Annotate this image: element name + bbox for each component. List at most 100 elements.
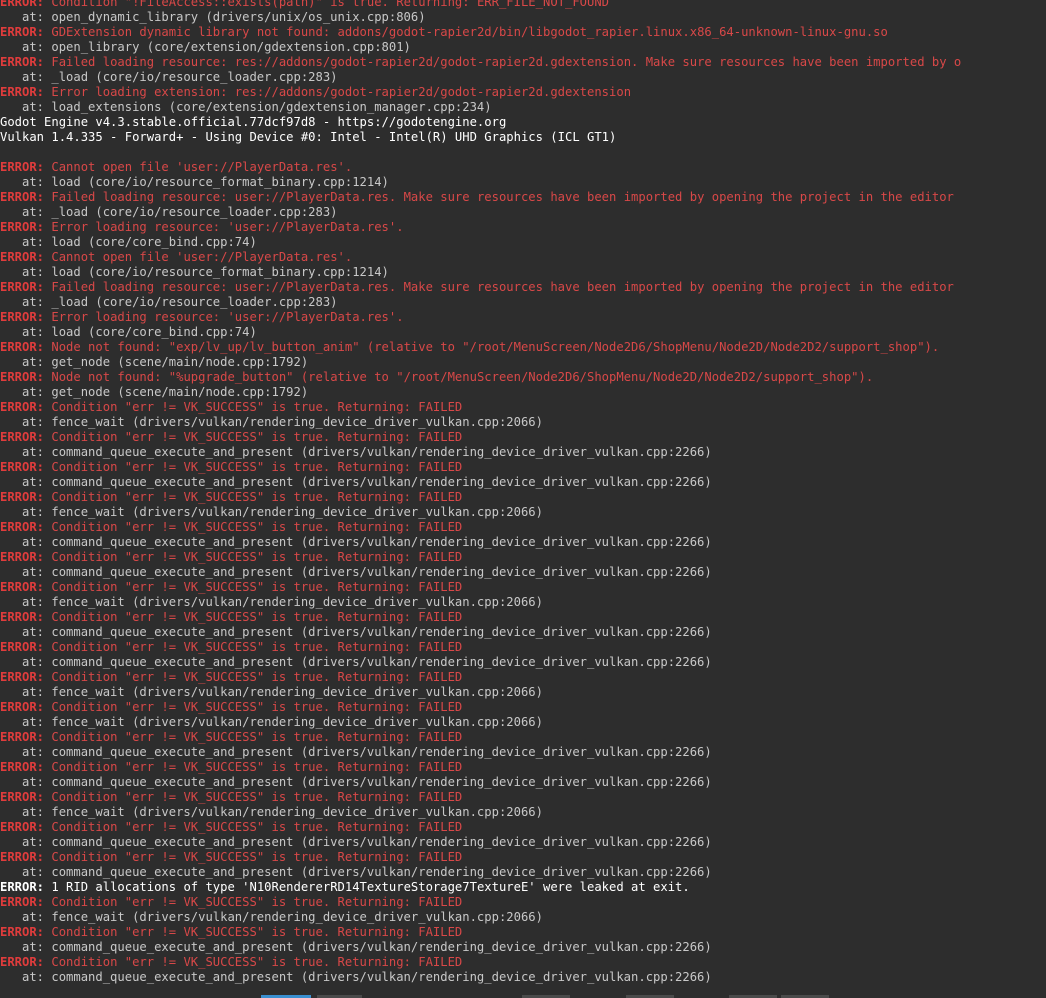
stack-location-line: at: command_queue_execute_and_present (d… [0, 565, 712, 579]
error-message: Condition "err != VK_SUCCESS" is true. R… [44, 730, 463, 744]
stack-location-line: at: load (core/io/resource_format_binary… [0, 265, 389, 279]
stack-location-line: at: get_node (scene/main/node.cpp:1792) [0, 385, 309, 399]
stack-location-line: at: get_node (scene/main/node.cpp:1792) [0, 355, 309, 369]
stack-location-line: at: fence_wait (drivers/vulkan/rendering… [0, 805, 543, 819]
stack-location-line: at: command_queue_execute_and_present (d… [0, 835, 712, 849]
stack-location-line: at: open_dynamic_library (drivers/unix/o… [0, 10, 426, 24]
error-line: ERROR: Condition "err != VK_SUCCESS" is … [0, 580, 1046, 595]
stack-location-line: at: command_queue_execute_and_present (d… [0, 625, 712, 639]
info-line: Godot Engine v4.3.stable.official.77dcf9… [0, 115, 507, 129]
stack-location-line: at: command_queue_execute_and_present (d… [0, 970, 712, 984]
error-line: ERROR: Condition "err != VK_SUCCESS" is … [0, 955, 1046, 970]
error-message: Condition "err != VK_SUCCESS" is true. R… [44, 460, 463, 474]
error-prefix: ERROR: [0, 640, 45, 654]
taskbar-strip [0, 994, 1046, 998]
error-prefix: ERROR: [0, 430, 45, 444]
error-line: ERROR: Condition "err != VK_SUCCESS" is … [0, 790, 1046, 805]
error-message: Condition "err != VK_SUCCESS" is true. R… [44, 400, 463, 414]
error-line: ERROR: Condition "err != VK_SUCCESS" is … [0, 820, 1046, 835]
stack-location-line: at: open_library (core/extension/gdexten… [0, 40, 411, 54]
error-message: Error loading resource: 'user://PlayerDa… [44, 310, 404, 324]
stack-location-line: at: fence_wait (drivers/vulkan/rendering… [0, 595, 543, 609]
error-prefix: ERROR: [0, 280, 45, 294]
stack-location-line: at: _load (core/io/resource_loader.cpp:2… [0, 70, 338, 84]
error-line: ERROR: Node not found: "exp/lv_up/lv_but… [0, 340, 1046, 355]
error-line: ERROR: Cannot open file 'user://PlayerDa… [0, 160, 1046, 175]
error-prefix: ERROR: [0, 880, 45, 894]
error-message: Node not found: "%upgrade_button" (relat… [44, 370, 874, 384]
error-message: Condition "err != VK_SUCCESS" is true. R… [44, 490, 463, 504]
stack-location-line: at: command_queue_execute_and_present (d… [0, 535, 712, 549]
error-message: Condition "err != VK_SUCCESS" is true. R… [44, 895, 463, 909]
error-prefix: ERROR: [0, 520, 45, 534]
error-message: Error loading extension: res://addons/go… [44, 85, 632, 99]
stack-location-line: at: load (core/core_bind.cpp:74) [0, 235, 257, 249]
error-line: ERROR: Error loading extension: res://ad… [0, 85, 1046, 100]
error-prefix: ERROR: [0, 760, 45, 774]
stack-location-line: at: command_queue_execute_and_present (d… [0, 775, 712, 789]
error-prefix: ERROR: [0, 580, 45, 594]
stack-location-line: at: load (core/core_bind.cpp:74) [0, 325, 257, 339]
stack-location-line: at: command_queue_execute_and_present (d… [0, 475, 712, 489]
error-message: Condition "!FileAccess::exists(path)" is… [44, 0, 610, 9]
stack-location-line: at: fence_wait (drivers/vulkan/rendering… [0, 505, 543, 519]
error-line: ERROR: Condition "err != VK_SUCCESS" is … [0, 895, 1046, 910]
error-message: Failed loading resource: user://PlayerDa… [44, 280, 954, 294]
error-message: Condition "err != VK_SUCCESS" is true. R… [44, 955, 463, 969]
error-prefix: ERROR: [0, 190, 45, 204]
error-message: GDExtension dynamic library not found: a… [44, 25, 888, 39]
error-prefix: ERROR: [0, 550, 45, 564]
error-prefix: ERROR: [0, 955, 45, 969]
error-prefix: ERROR: [0, 85, 45, 99]
error-line: ERROR: Condition "err != VK_SUCCESS" is … [0, 760, 1046, 775]
error-message: Condition "err != VK_SUCCESS" is true. R… [44, 925, 463, 939]
stack-location-line: at: load_extensions (core/extension/gdex… [0, 100, 492, 114]
error-message: Condition "err != VK_SUCCESS" is true. R… [44, 430, 463, 444]
error-message: Condition "err != VK_SUCCESS" is true. R… [44, 760, 463, 774]
error-message: Condition "err != VK_SUCCESS" is true. R… [44, 520, 463, 534]
info-line: Vulkan 1.4.335 - Forward+ - Using Device… [0, 130, 617, 144]
error-line: ERROR: Condition "err != VK_SUCCESS" is … [0, 925, 1046, 940]
error-prefix: ERROR: [0, 400, 45, 414]
error-prefix: ERROR: [0, 25, 45, 39]
error-message: Condition "err != VK_SUCCESS" is true. R… [44, 700, 463, 714]
error-prefix: ERROR: [0, 55, 45, 69]
error-line: ERROR: Failed loading resource: res://ad… [0, 55, 1046, 70]
stack-location-line: at: command_queue_execute_and_present (d… [0, 940, 712, 954]
error-line: ERROR: Condition "err != VK_SUCCESS" is … [0, 490, 1046, 505]
error-prefix: ERROR: [0, 850, 45, 864]
error-line: ERROR: Condition "err != VK_SUCCESS" is … [0, 640, 1046, 655]
error-prefix: ERROR: [0, 310, 45, 324]
error-prefix: ERROR: [0, 670, 45, 684]
error-line: ERROR: Condition "err != VK_SUCCESS" is … [0, 550, 1046, 565]
error-line: ERROR: Failed loading resource: user://P… [0, 190, 1046, 205]
error-prefix: ERROR: [0, 790, 45, 804]
stack-location-line: at: fence_wait (drivers/vulkan/rendering… [0, 685, 543, 699]
error-line: ERROR: Condition "err != VK_SUCCESS" is … [0, 850, 1046, 865]
error-prefix: ERROR: [0, 370, 45, 384]
error-line: ERROR: Node not found: "%upgrade_button"… [0, 370, 1046, 385]
stack-location-line: at: command_queue_execute_and_present (d… [0, 745, 712, 759]
error-message: Cannot open file 'user://PlayerData.res'… [44, 160, 353, 174]
error-line: ERROR: Condition "err != VK_SUCCESS" is … [0, 670, 1046, 685]
error-prefix: ERROR: [0, 0, 45, 9]
error-message: Condition "err != VK_SUCCESS" is true. R… [44, 640, 463, 654]
error-prefix: ERROR: [0, 700, 45, 714]
error-prefix: ERROR: [0, 220, 45, 234]
error-message: Node not found: "exp/lv_up/lv_button_ani… [44, 340, 940, 354]
error-line: ERROR: Condition "!FileAccess::exists(pa… [0, 0, 1046, 10]
error-message: Failed loading resource: res://addons/go… [44, 55, 962, 69]
error-line: ERROR: Condition "err != VK_SUCCESS" is … [0, 730, 1046, 745]
error-message: 1 RID allocations of type 'N10RendererRD… [44, 880, 690, 894]
error-prefix: ERROR: [0, 460, 45, 474]
error-message: Condition "err != VK_SUCCESS" is true. R… [44, 550, 463, 564]
error-prefix: ERROR: [0, 160, 45, 174]
error-line: ERROR: Condition "err != VK_SUCCESS" is … [0, 520, 1046, 535]
stack-location-line: at: load (core/io/resource_format_binary… [0, 175, 389, 189]
stack-location-line: at: fence_wait (drivers/vulkan/rendering… [0, 415, 543, 429]
error-prefix: ERROR: [0, 340, 45, 354]
error-line: ERROR: Failed loading resource: user://P… [0, 280, 1046, 295]
terminal-output[interactable]: ERROR: Condition "!FileAccess::exists(pa… [0, 0, 1046, 998]
error-line: ERROR: Condition "err != VK_SUCCESS" is … [0, 430, 1046, 445]
